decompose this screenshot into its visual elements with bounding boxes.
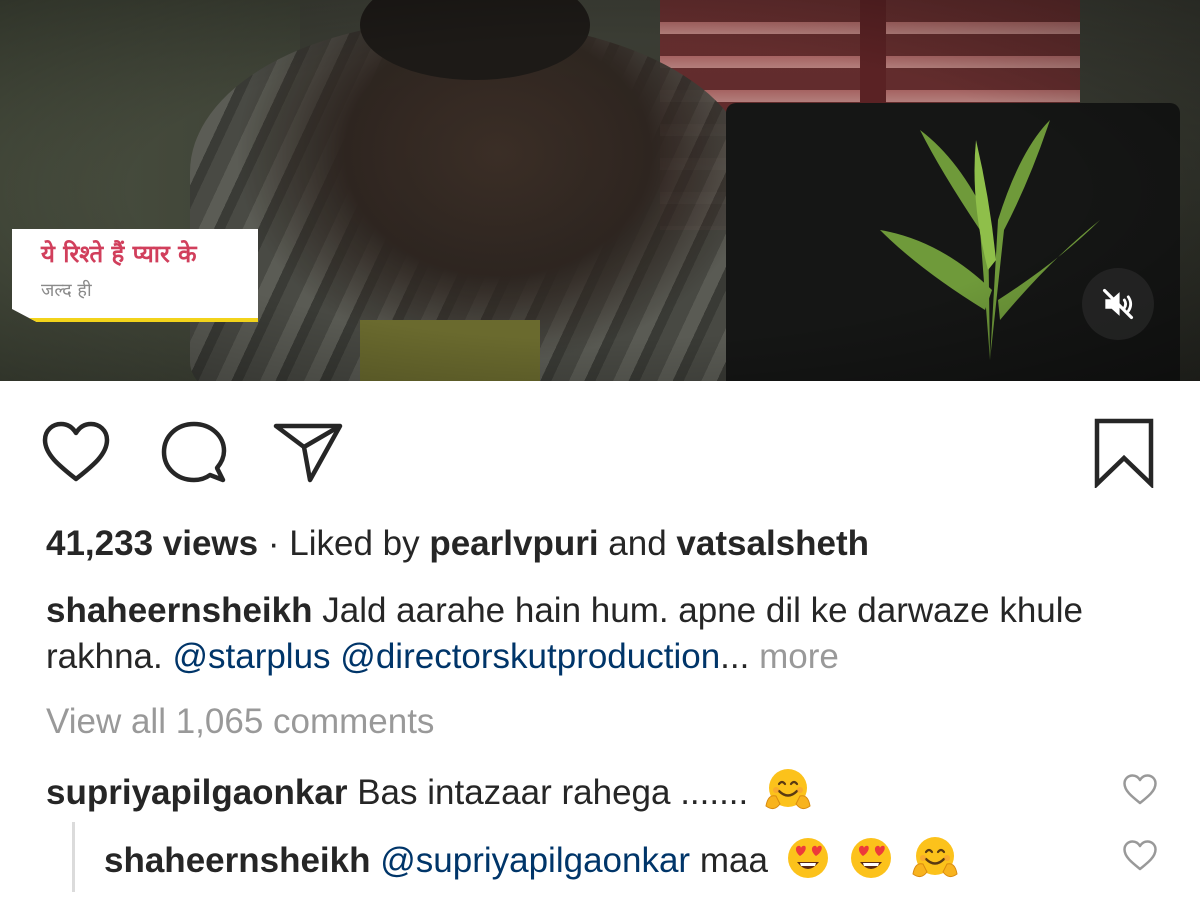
view-all-comments-link[interactable]: View all 1,065 comments	[46, 700, 434, 744]
comment-button[interactable]	[158, 417, 230, 489]
caption-mention-link[interactable]: @directorskutproduction	[340, 637, 720, 676]
post-video[interactable]: ये रिश्ते हैं प्यार के जल्द ही	[0, 0, 1200, 381]
speaker-muted-icon	[1102, 288, 1134, 320]
heart-eyes-face-emoji-icon	[787, 838, 828, 878]
post-caption: shaheernsheikh Jald aarahe hain hum. apn…	[46, 588, 1156, 680]
comment-username-link[interactable]: shaheernsheikh	[104, 841, 371, 880]
show-title-badge: ये रिश्ते हैं प्यार के जल्द ही	[12, 229, 258, 322]
hugging-face-emoji-icon	[765, 769, 811, 810]
like-button[interactable]	[40, 417, 112, 489]
comment-username-link[interactable]: supriyapilgaonkar	[46, 773, 347, 812]
bookmark-icon	[1094, 418, 1154, 488]
comment-like-button[interactable]	[1118, 834, 1162, 878]
liked-by-joiner: and	[598, 524, 677, 563]
reply-thread-line	[72, 822, 75, 892]
comment-mention-link[interactable]: @supriyapilgaonkar	[380, 841, 690, 880]
caption-username-link[interactable]: shaheernsheikh	[46, 591, 313, 630]
post-action-bar	[0, 381, 1200, 509]
caption-mention-link[interactable]: @starplus	[172, 637, 330, 676]
heart-eyes-face-emoji-icon	[851, 838, 892, 878]
caption-more-link[interactable]: more	[749, 637, 839, 676]
stats-separator: ·	[258, 524, 290, 563]
comment-bubble-icon	[161, 421, 227, 483]
hugging-face-emoji-icon	[912, 837, 958, 878]
heart-icon	[1123, 840, 1157, 871]
post-stats: 41,233 views · Liked by pearlvpuri and v…	[46, 522, 1166, 566]
comment: supriyapilgaonkar Bas intazaar rahega ..…	[46, 766, 1086, 815]
caption-ellipsis: ...	[720, 637, 750, 676]
paper-plane-icon	[273, 423, 343, 483]
show-subtitle: जल्द ही	[41, 280, 92, 301]
mute-toggle-button[interactable]	[1082, 268, 1154, 340]
comment-text: maa	[690, 841, 768, 880]
comment-like-button[interactable]	[1118, 768, 1162, 812]
share-button[interactable]	[272, 417, 344, 489]
save-button[interactable]	[1088, 417, 1160, 489]
liked-by-user-link[interactable]: pearlvpuri	[429, 524, 598, 563]
video-vignette	[0, 0, 1200, 381]
show-title: ये रिश्ते हैं प्यार के	[41, 240, 197, 268]
view-count[interactable]: 41,233 views	[46, 524, 258, 563]
heart-icon	[42, 421, 110, 482]
liked-by-others-link[interactable]: vatsalsheth	[676, 524, 869, 563]
comment-reply: shaheernsheikh @supriyapilgaonkar maa	[104, 834, 1144, 883]
liked-by-prefix: Liked by	[289, 524, 430, 563]
comment-text: Bas intazaar rahega .......	[347, 773, 749, 812]
heart-icon	[1123, 774, 1157, 805]
